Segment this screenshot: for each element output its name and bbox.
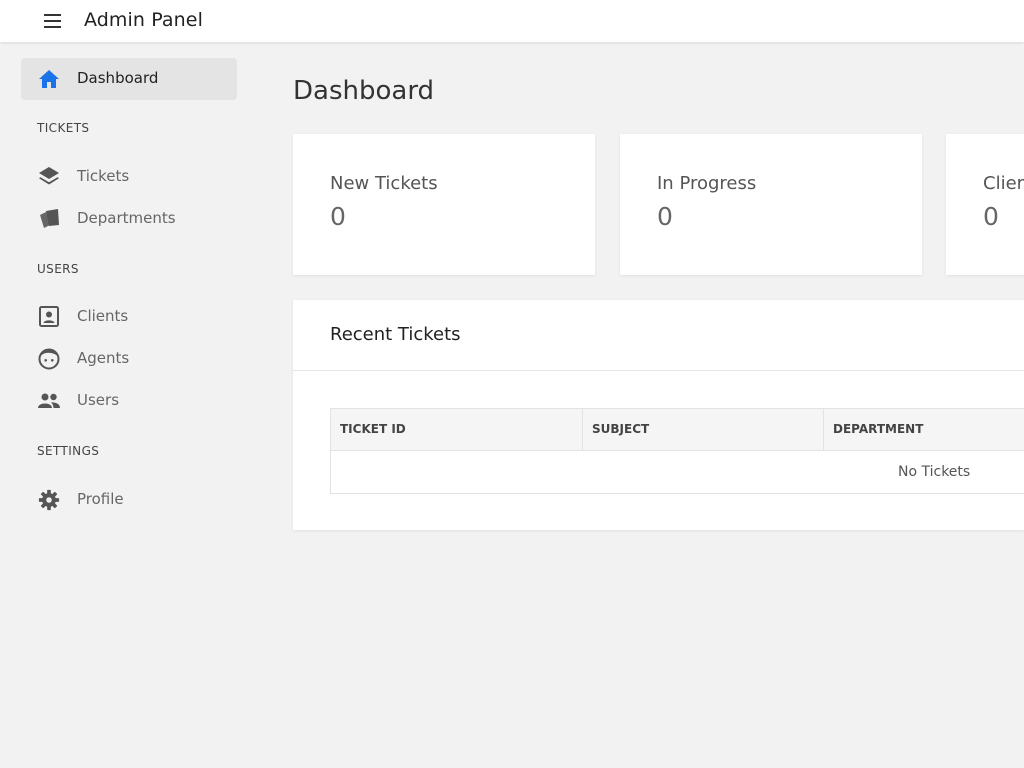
stat-value: 0	[983, 202, 999, 231]
sidebar-item-label: Clients	[77, 307, 129, 325]
card-header: Recent Tickets	[293, 300, 1024, 371]
page-title: Dashboard	[293, 76, 435, 106]
table-header: TICKET ID SUBJECT DEPARTMENT	[331, 409, 1024, 451]
section-label-settings: SETTINGS	[37, 444, 100, 458]
people-icon	[38, 393, 60, 408]
section-label-users: USERS	[37, 262, 79, 276]
sidebar-item-agents[interactable]: Agents	[21, 338, 237, 380]
sidebar-item-clients[interactable]: Clients	[21, 296, 237, 338]
sidebar-item-label: Tickets	[77, 167, 130, 185]
sidebar-item-label: Agents	[77, 349, 130, 367]
stat-card-clients[interactable]: Clier 0	[946, 134, 1024, 275]
stat-card-new-tickets[interactable]: New Tickets 0	[293, 134, 595, 275]
sidebar-item-departments[interactable]: Departments	[21, 198, 237, 240]
table-row: No Tickets	[331, 451, 1024, 493]
sidebar-item-label: Profile	[77, 490, 124, 508]
column-header-subject[interactable]: SUBJECT	[583, 409, 824, 451]
gear-icon	[38, 489, 60, 511]
app-title: Admin Panel	[84, 9, 203, 31]
empty-state-text: No Tickets	[898, 464, 971, 480]
layers-icon	[39, 167, 59, 185]
cards-icon	[40, 209, 59, 228]
hamburger-icon[interactable]	[44, 14, 62, 28]
sidebar-item-tickets[interactable]: Tickets	[21, 156, 237, 198]
section-label-tickets: TICKETS	[37, 121, 90, 135]
column-header-department[interactable]: DEPARTMENT	[824, 409, 1024, 451]
stat-title: In Progress	[657, 173, 757, 194]
column-header-ticket-id[interactable]: TICKET ID	[331, 409, 583, 451]
stat-title: Clier	[983, 173, 1024, 194]
sidebar-item-label: Dashboard	[77, 69, 159, 87]
recent-tickets-card: Recent Tickets TICKET ID SUBJECT DEPARTM…	[293, 300, 1024, 530]
tickets-table: TICKET ID SUBJECT DEPARTMENT No Tickets	[330, 408, 1024, 494]
stat-title: New Tickets	[330, 173, 438, 194]
face-icon	[38, 348, 60, 370]
contact-card-icon	[39, 306, 59, 327]
sidebar-item-dashboard[interactable]: Dashboard	[21, 58, 237, 100]
top-bar: Admin Panel	[0, 0, 1024, 42]
sidebar-item-users[interactable]: Users	[21, 380, 237, 422]
stat-value: 0	[657, 202, 673, 231]
stat-value: 0	[330, 202, 346, 231]
sidebar: Dashboard TICKETS Tickets Departments US…	[0, 42, 256, 768]
sidebar-item-profile[interactable]: Profile	[21, 479, 237, 521]
card-title: Recent Tickets	[330, 324, 461, 345]
stat-card-in-progress[interactable]: In Progress 0	[620, 134, 922, 275]
sidebar-item-label: Departments	[77, 209, 176, 227]
home-icon	[39, 70, 59, 88]
sidebar-item-label: Users	[77, 391, 120, 409]
